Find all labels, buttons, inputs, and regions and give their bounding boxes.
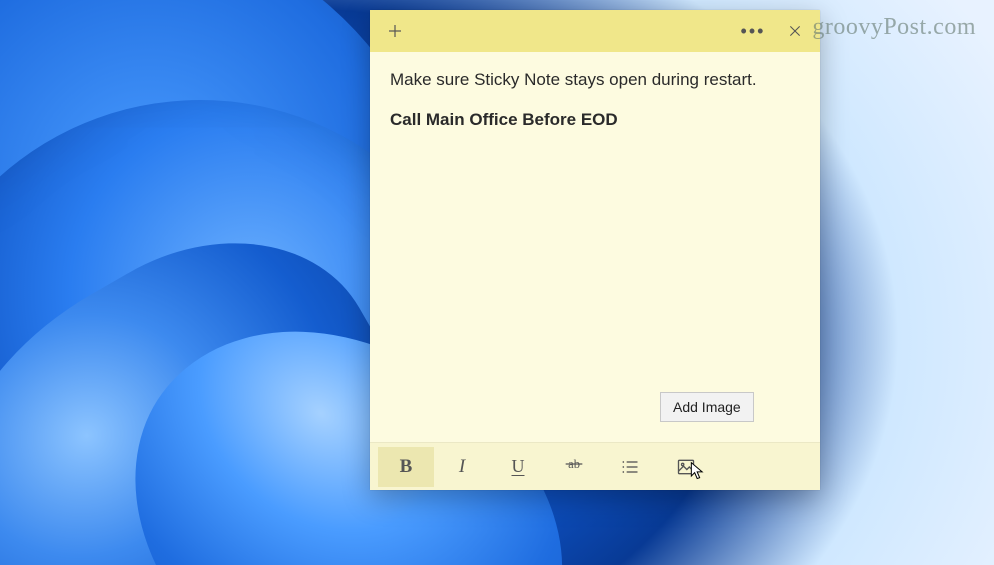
close-icon [787,23,803,39]
underline-icon: U [512,456,525,477]
strikethrough-icon: ab [564,454,584,479]
note-text-line: Make sure Sticky Note stays open during … [390,68,800,92]
ellipsis-icon: ••• [741,21,766,42]
format-toolbar: B I U ab [370,442,820,490]
new-note-button[interactable] [374,10,416,52]
add-image-button[interactable] [658,447,714,487]
bullet-list-button[interactable] [602,447,658,487]
watermark-text: groovyPost.com [812,14,976,41]
list-icon [620,457,640,477]
strikethrough-button[interactable]: ab [546,447,602,487]
plus-icon [386,22,404,40]
bold-button[interactable]: B [378,447,434,487]
underline-button[interactable]: U [490,447,546,487]
italic-icon: I [459,456,465,478]
note-content-area[interactable]: Make sure Sticky Note stays open during … [370,52,820,442]
note-text-line-bold: Call Main Office Before EOD [390,108,800,132]
more-options-button[interactable]: ••• [732,10,774,52]
bold-icon: B [400,456,413,478]
image-icon [676,457,696,477]
add-image-tooltip: Add Image [660,392,754,422]
close-note-button[interactable] [774,10,816,52]
note-titlebar[interactable]: ••• [370,10,820,52]
italic-button[interactable]: I [434,447,490,487]
